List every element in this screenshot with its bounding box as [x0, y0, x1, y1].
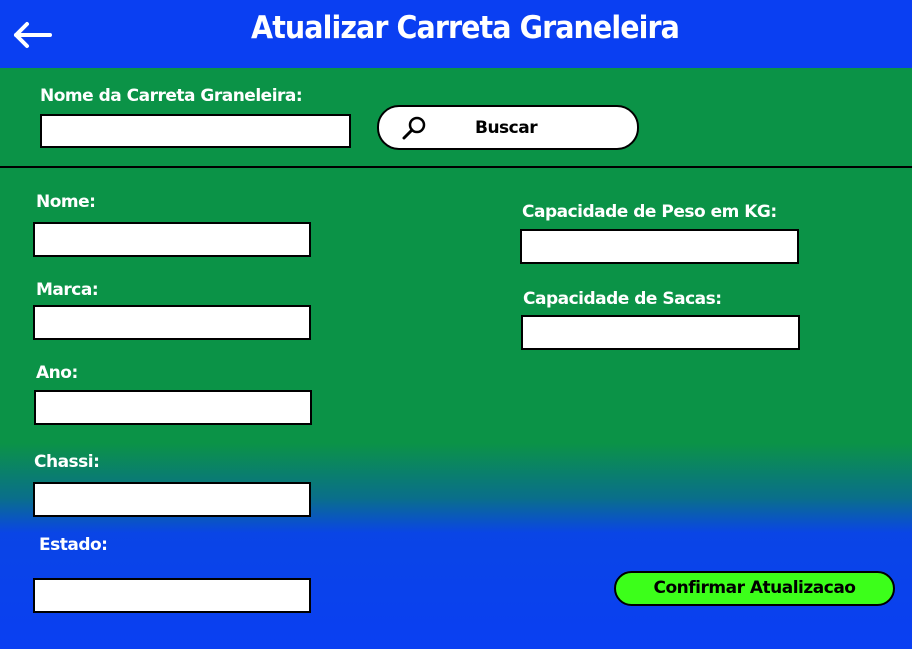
- search-label: Nome da Carreta Graneleira:: [40, 86, 303, 106]
- search-button[interactable]: Buscar: [377, 105, 639, 150]
- chassi-input[interactable]: [33, 482, 311, 517]
- chassi-label: Chassi:: [34, 452, 100, 472]
- capacidade-peso-label: Capacidade de Peso em KG:: [522, 202, 777, 222]
- nome-label: Nome:: [36, 192, 96, 212]
- search-button-label: Buscar: [475, 118, 538, 138]
- estado-input[interactable]: [33, 578, 311, 613]
- header-bar: Atualizar Carreta Graneleira: [0, 0, 912, 68]
- estado-label: Estado:: [39, 535, 108, 555]
- page-title: Atualizar Carreta Graneleira: [251, 10, 680, 46]
- capacidade-sacas-input[interactable]: [521, 315, 800, 350]
- search-icon: [402, 116, 426, 140]
- confirm-update-button[interactable]: Confirmar Atualizacao: [614, 571, 895, 606]
- nome-input[interactable]: [33, 222, 311, 257]
- capacidade-sacas-label: Capacidade de Sacas:: [523, 289, 722, 309]
- ano-input[interactable]: [34, 390, 312, 425]
- marca-input[interactable]: [33, 305, 311, 340]
- marca-label: Marca:: [36, 280, 99, 300]
- search-input[interactable]: [40, 114, 351, 148]
- capacidade-peso-input[interactable]: [520, 229, 799, 264]
- ano-label: Ano:: [36, 363, 78, 383]
